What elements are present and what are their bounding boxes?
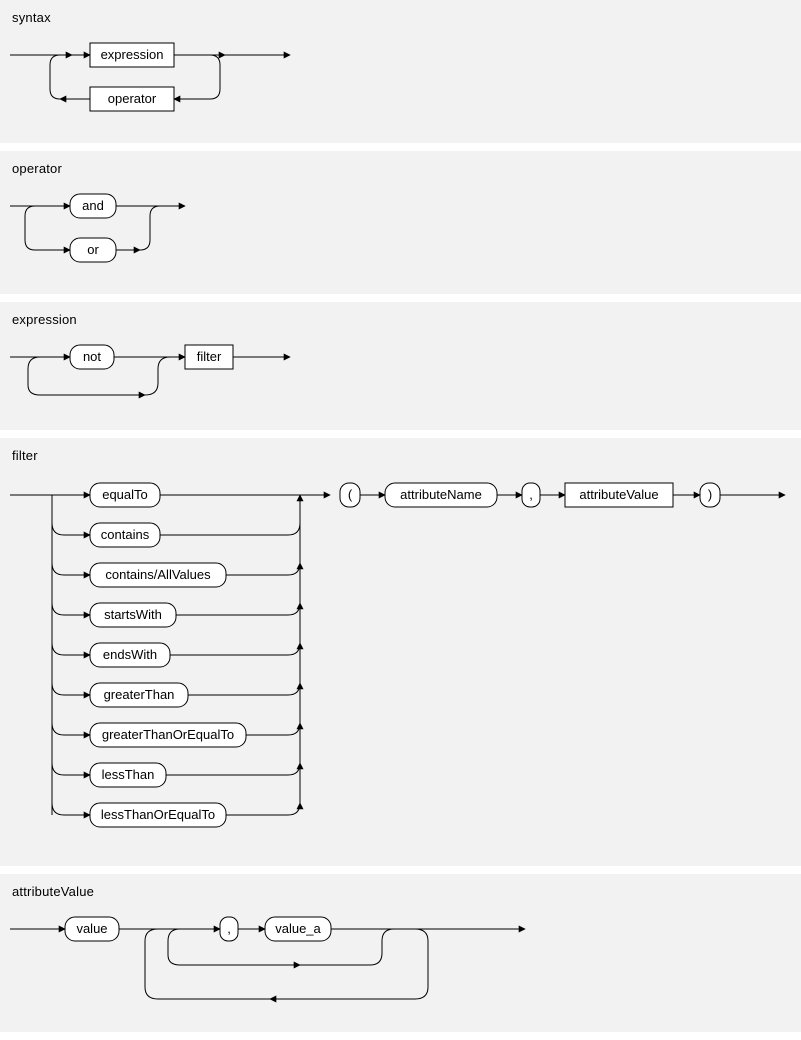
expression-panel: expression not filter [0,302,801,430]
node-close: ) [708,487,712,502]
node-comma: , [529,487,533,502]
syntax-title: syntax [12,10,791,25]
node-value-a: value_a [275,921,321,936]
node-not: not [83,349,101,364]
node-expression: expression [101,47,164,62]
node-av-comma: , [227,921,231,936]
alt-3: startsWith [104,607,162,622]
node-attrname: attributeName [400,487,482,502]
alt-0: equalTo [102,487,148,502]
alt-2: contains/AllValues [105,567,211,582]
expression-diagram: not filter [10,337,310,412]
syntax-diagram: expression operator [10,35,310,125]
node-attrvalue: attributeValue [579,487,658,502]
attributevalue-diagram: value , value_a [10,909,550,1014]
node-filter: filter [197,349,222,364]
alt-8: lessThanOrEqualTo [101,807,215,822]
alt-7: lessThan [102,767,155,782]
alt-5: greaterThan [104,687,175,702]
alt-4: endsWith [103,647,157,662]
filter-panel: filter equalTo contains contains/AllValu… [0,438,801,866]
filter-title: filter [12,448,791,463]
node-value: value [76,921,107,936]
operator-panel: operator and or [0,151,801,294]
node-and: and [82,198,104,213]
syntax-panel: syntax expression operator [0,0,801,143]
node-operator: operator [108,91,157,106]
filter-diagram: equalTo contains contains/AllValues star… [10,473,790,848]
node-or: or [87,242,99,257]
operator-diagram: and or [10,186,210,276]
attributevalue-panel: attributeValue value , value_a [0,874,801,1032]
alt-1: contains [101,527,150,542]
attributevalue-title: attributeValue [12,884,791,899]
operator-title: operator [12,161,791,176]
expression-title: expression [12,312,791,327]
alt-6: greaterThanOrEqualTo [102,727,234,742]
node-open: ( [348,487,353,502]
